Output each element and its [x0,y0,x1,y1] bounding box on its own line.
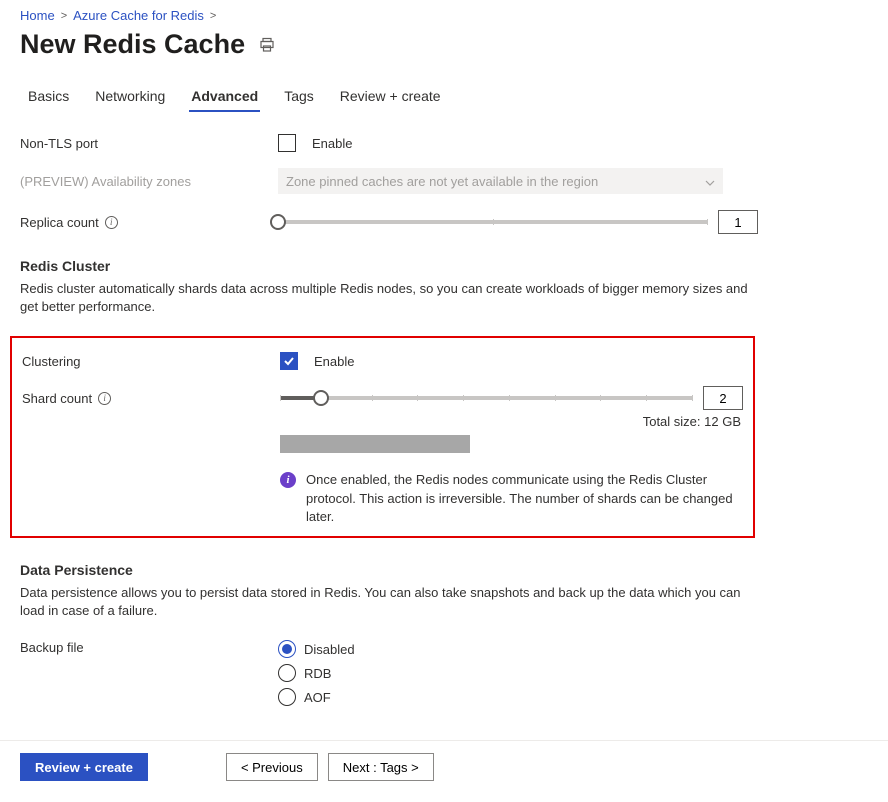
tab-tags[interactable]: Tags [282,82,316,112]
clustering-checkbox-label: Enable [314,354,354,369]
redis-cluster-desc: Redis cluster automatically shards data … [20,280,750,316]
non-tls-label: Non-TLS port [20,136,278,151]
review-create-button[interactable]: Review + create [20,753,148,781]
clustering-label: Clustering [22,354,280,369]
radio-icon [278,688,296,706]
radio-icon [278,640,296,658]
backup-radio-group: Disabled RDB AOF [278,640,355,706]
replica-count-label: Replica count i [20,215,278,230]
backup-radio-aof[interactable]: AOF [278,688,355,706]
availability-zones-label: (PREVIEW) Availability zones [20,174,278,189]
info-icon[interactable]: i [98,392,111,405]
chevron-right-icon: > [210,10,216,22]
availability-zones-placeholder: Zone pinned caches are not yet available… [286,174,598,189]
print-icon[interactable] [259,37,275,53]
tab-networking[interactable]: Networking [93,82,167,112]
tab-advanced[interactable]: Advanced [189,82,260,112]
replica-count-input[interactable] [718,210,758,234]
tab-review-create[interactable]: Review + create [338,82,443,112]
clustering-info-note: Once enabled, the Redis nodes communicat… [306,471,743,526]
shard-count-slider[interactable] [280,396,693,400]
chevron-down-icon [705,174,715,189]
redis-cluster-heading: Redis Cluster [20,258,868,274]
clustering-highlight: Clustering Enable Shard count i [10,336,755,538]
wizard-footer: Review + create < Previous Next : Tags > [0,740,888,793]
chevron-right-icon: > [61,10,67,22]
breadcrumb-home[interactable]: Home [20,8,55,23]
breadcrumb: Home > Azure Cache for Redis > [20,8,868,23]
shard-count-input[interactable] [703,386,743,410]
shard-count-thumb[interactable] [313,390,329,406]
backup-option-label: Disabled [304,642,355,657]
info-icon[interactable]: i [105,216,118,229]
data-persistence-desc: Data persistence allows you to persist d… [20,584,750,620]
replica-count-slider[interactable] [278,220,708,224]
tab-basics[interactable]: Basics [26,82,71,112]
non-tls-checkbox[interactable] [278,134,296,152]
info-badge-icon: i [280,472,296,488]
non-tls-checkbox-label: Enable [312,136,352,151]
backup-radio-rdb[interactable]: RDB [278,664,355,682]
pricing-bar [280,435,470,453]
data-persistence-heading: Data Persistence [20,562,868,578]
replica-count-thumb[interactable] [270,214,286,230]
previous-button[interactable]: < Previous [226,753,318,781]
clustering-checkbox[interactable] [280,352,298,370]
page-title: New Redis Cache [20,29,245,60]
backup-file-label: Backup file [20,640,278,655]
shard-count-label: Shard count i [22,391,280,406]
next-button[interactable]: Next : Tags > [328,753,434,781]
availability-zones-select: Zone pinned caches are not yet available… [278,168,723,194]
tabs: Basics Networking Advanced Tags Review +… [20,82,868,112]
total-size-label: Total size: 12 GB [280,414,743,429]
breadcrumb-redis[interactable]: Azure Cache for Redis [73,8,204,23]
backup-option-label: RDB [304,666,331,681]
radio-icon [278,664,296,682]
backup-radio-disabled[interactable]: Disabled [278,640,355,658]
backup-option-label: AOF [304,690,331,705]
